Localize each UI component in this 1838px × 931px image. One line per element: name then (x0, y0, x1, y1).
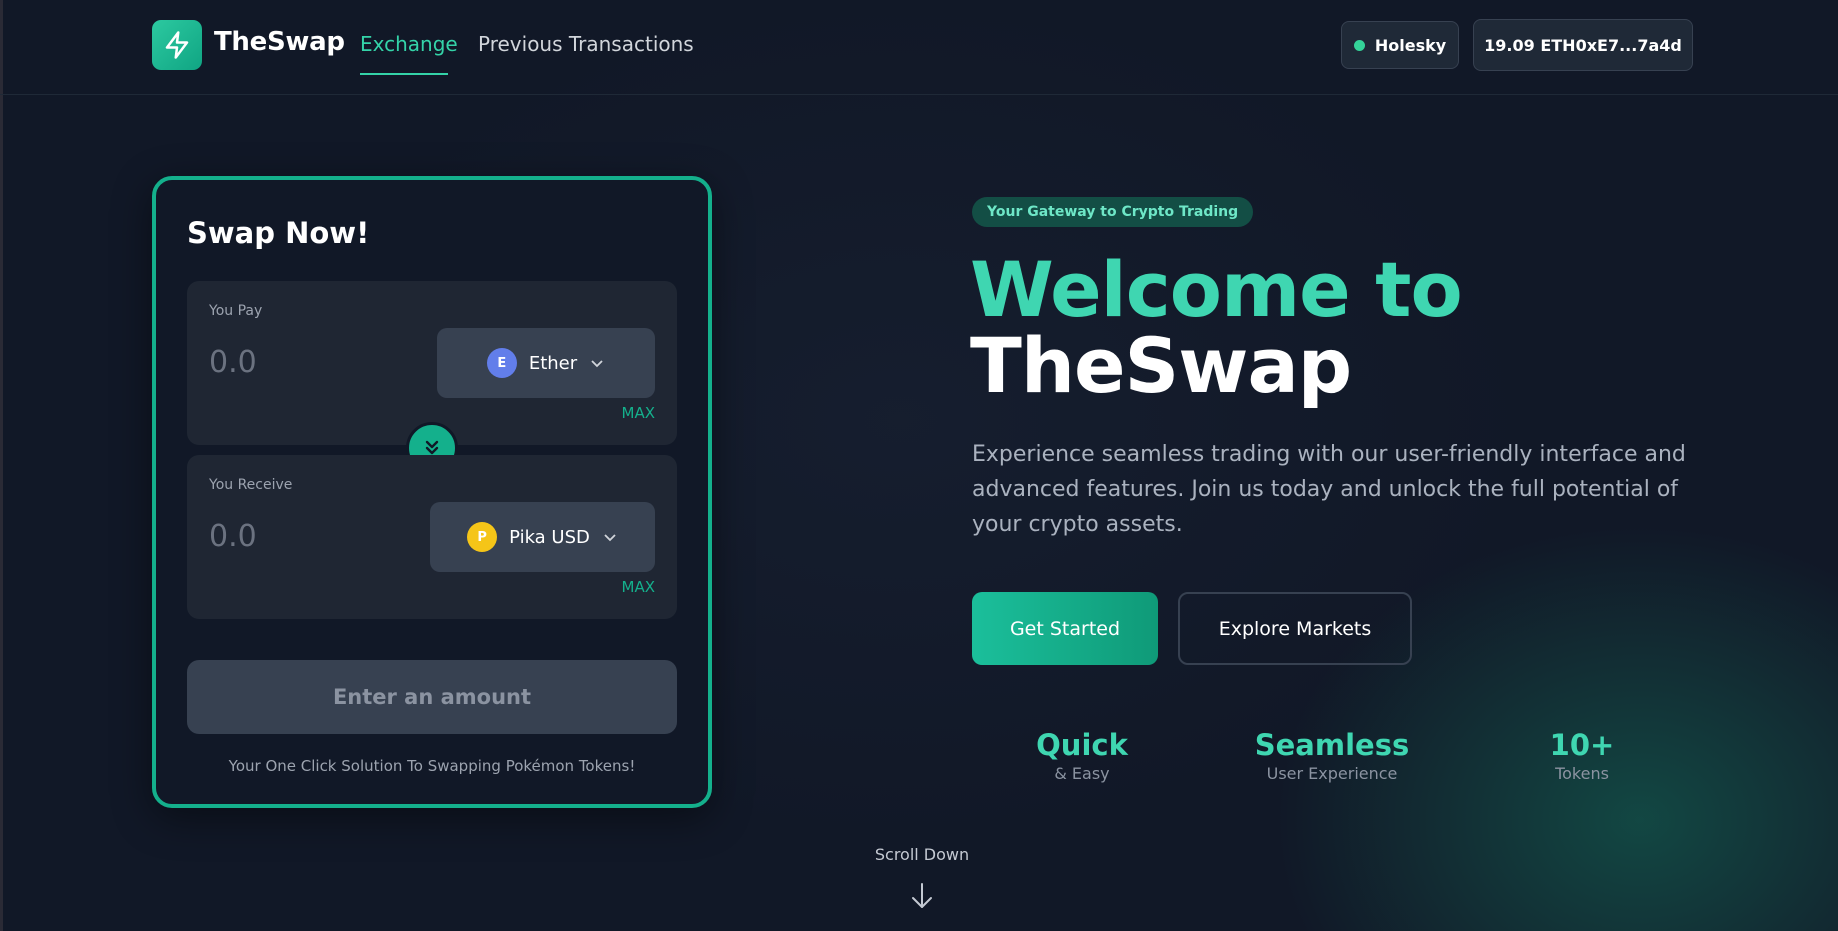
lightning-icon (165, 31, 189, 59)
hero-title-line1: Welcome to (970, 245, 1463, 334)
get-started-button[interactable]: Get Started (972, 592, 1158, 665)
receive-amount-input[interactable]: 0.0 (209, 519, 257, 554)
receive-token-name: Pika USD (509, 526, 590, 548)
ether-token-icon: E (486, 348, 517, 378)
tab-previous-transactions[interactable]: Previous Transactions (478, 32, 694, 56)
stat-seamless: Seamless User Experience (1232, 728, 1432, 783)
brand-name[interactable]: TheSwap (214, 27, 345, 57)
scroll-down-label[interactable]: Scroll Down (822, 845, 1022, 864)
chevron-down-icon (604, 534, 616, 542)
hero-description: Experience seamless trading with our use… (972, 442, 1686, 537)
stat-label: & Easy (1054, 764, 1110, 783)
wallet-balance-address: 19.09 ETH0xE7...7a4d (1484, 35, 1682, 55)
swap-title: Swap Now! (187, 216, 370, 250)
receive-label: You Receive (209, 477, 293, 493)
tab-exchange[interactable]: Exchange (360, 32, 458, 56)
arrow-down-icon[interactable] (910, 882, 934, 910)
pay-amount-input[interactable]: 0.0 (209, 345, 257, 380)
receive-token-selector[interactable]: P Pika USD (430, 502, 655, 572)
stat-value: Seamless (1254, 728, 1410, 762)
hero-badge: Your Gateway to Crypto Trading (972, 197, 1254, 227)
hero-title-line2: TheSwap (970, 321, 1352, 410)
explore-markets-button[interactable]: Explore Markets (1178, 592, 1412, 665)
pay-field: You Pay 0.0 E Ether MAX (187, 281, 677, 445)
receive-field: You Receive 0.0 P Pika USD MAX (187, 455, 677, 619)
swap-card: Swap Now! You Pay 0.0 E Ether MAX You Re… (152, 176, 712, 808)
chevron-down-icon (591, 360, 603, 368)
stat-label: Tokens (1555, 764, 1609, 783)
pay-label: You Pay (209, 303, 263, 319)
active-tab-indicator (360, 73, 448, 75)
wallet-button[interactable]: 19.09 ETH0xE7...7a4d (1473, 19, 1693, 71)
swap-card-footer: Your One Click Solution To Swapping Poké… (228, 757, 636, 775)
stat-value: 10+ (1549, 728, 1615, 762)
pay-max-button[interactable]: MAX (622, 404, 655, 422)
pika-usd-token-icon: P (467, 522, 498, 552)
window-edge (0, 0, 3, 931)
pay-token-name: Ether (528, 352, 578, 374)
logo[interactable] (152, 20, 202, 70)
network-selector[interactable]: Holesky (1341, 21, 1459, 69)
stat-label: User Experience (1266, 764, 1398, 783)
receive-max-button[interactable]: MAX (622, 578, 655, 596)
navbar: TheSwap Exchange Previous Transactions H… (0, 0, 1838, 95)
network-name: Holesky (1374, 35, 1447, 55)
stat-value: Quick (1036, 728, 1128, 762)
stat-quick: Quick & Easy (982, 728, 1182, 783)
enter-amount-button[interactable]: Enter an amount (187, 660, 677, 734)
pay-token-selector[interactable]: E Ether (437, 328, 655, 398)
network-status-dot (1353, 39, 1365, 51)
stat-tokens: 10+ Tokens (1482, 728, 1682, 783)
